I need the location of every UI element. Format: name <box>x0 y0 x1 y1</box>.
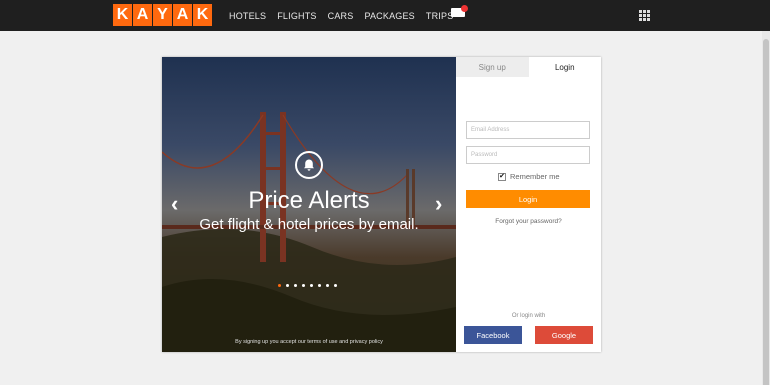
carousel-dot[interactable] <box>326 284 329 287</box>
remember-label: Remember me <box>510 172 560 181</box>
forgot-password-link[interactable]: Forgot your password? <box>456 218 601 225</box>
carousel-dot[interactable] <box>278 284 281 287</box>
carousel-prev-icon[interactable]: ‹ <box>171 193 178 215</box>
or-login-with-label: Or login with <box>511 313 546 319</box>
hero-subtitle: Get flight & hotel prices by email. <box>199 216 419 233</box>
password-field[interactable]: Password <box>466 146 590 164</box>
logo-letter: A <box>133 4 152 26</box>
hero-title: Price Alerts <box>248 187 370 214</box>
nav-trips-label: TRIPS <box>425 10 454 21</box>
nav-packages[interactable]: PACKAGES <box>364 11 414 21</box>
carousel-dot[interactable] <box>310 284 313 287</box>
kayak-logo[interactable]: K A Y A K <box>113 4 212 26</box>
carousel-dot[interactable] <box>286 284 289 287</box>
nav-hotels[interactable]: HOTELS <box>229 11 266 21</box>
logo-letter: K <box>113 4 132 26</box>
terms-text[interactable]: By signing up you accept our terms of us… <box>162 339 456 345</box>
carousel-dot[interactable] <box>294 284 297 287</box>
bell-icon <box>295 151 323 179</box>
carousel-dot[interactable] <box>334 284 337 287</box>
google-login-button[interactable]: Google <box>535 326 593 344</box>
scrollbar-thumb[interactable] <box>763 39 769 385</box>
remember-me[interactable]: ✔ Remember me <box>498 172 560 181</box>
login-button[interactable]: Login <box>466 190 590 208</box>
carousel-dot[interactable] <box>318 284 321 287</box>
signup-modal: Price Alerts Get flight & hotel prices b… <box>162 57 601 352</box>
nav-trips[interactable]: TRIPS <box>425 4 468 21</box>
page-scrollbar[interactable] <box>762 31 770 385</box>
nav-cars[interactable]: CARS <box>328 11 354 21</box>
email-field[interactable]: Email Address <box>466 121 590 139</box>
nav-flights[interactable]: FLIGHTS <box>277 11 316 21</box>
auth-tabs: Sign up Login <box>456 57 601 77</box>
main-nav: HOTELS FLIGHTS CARS PACKAGES TRIPS <box>229 0 468 31</box>
envelope-icon <box>450 4 468 17</box>
tab-signup[interactable]: Sign up <box>456 57 529 77</box>
hero-carousel: Price Alerts Get flight & hotel prices b… <box>162 57 456 352</box>
logo-letter: K <box>193 4 212 26</box>
logo-letter: A <box>173 4 192 26</box>
auth-panel: Sign up Login Email Address Password ✔ R… <box>456 57 601 352</box>
carousel-dot[interactable] <box>302 284 305 287</box>
notification-dot <box>460 4 468 12</box>
logo-letter: Y <box>153 4 172 26</box>
top-nav-bar: K A Y A K HOTELS FLIGHTS CARS PACKAGES T… <box>0 0 770 31</box>
remember-checkbox[interactable]: ✔ <box>498 172 506 181</box>
tab-login[interactable]: Login <box>528 57 601 77</box>
grid-icon[interactable] <box>639 10 650 21</box>
facebook-login-button[interactable]: Facebook <box>464 326 522 344</box>
carousel-next-icon[interactable]: › <box>435 193 442 215</box>
carousel-dots <box>278 284 337 287</box>
